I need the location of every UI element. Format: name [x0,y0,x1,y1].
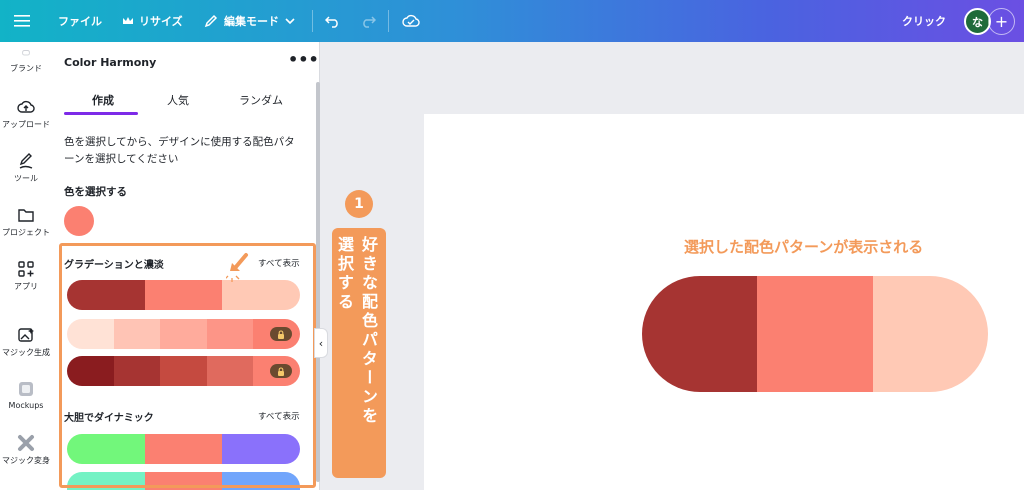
avatar[interactable]: な [964,8,991,35]
instruction-text: 好きな配色パターンを [359,236,378,426]
panel-title: Color Harmony [64,56,157,69]
instruction-box: 好きな配色パターンを 選択する [332,228,386,478]
menu-button[interactable] [14,0,30,42]
panel-description: 色を選択してから、デザインに使用する配色パターンを選択してください [64,136,295,165]
nav-item-label: Mockups [8,401,44,410]
tab-popular[interactable]: 人気 [167,92,189,108]
click-cursor-icon [226,253,248,282]
step-number-badge: 1 [345,190,373,218]
tab-create[interactable]: 作成 [92,92,114,108]
chevron-down-icon [285,18,295,25]
nav-item-upload[interactable]: アップロード [0,98,52,130]
tab-random[interactable]: ランダム [239,92,283,108]
menu-icon [14,15,30,27]
file-menu[interactable]: ファイル [58,0,102,42]
instruction-text: 選択する [335,236,354,312]
nav-item-label: マジック変身 [2,456,50,465]
applied-palette-shape[interactable] [642,276,988,392]
canvas-caption: 選択した配色パターンが表示される [684,238,924,256]
toolbar-divider [388,10,389,32]
nav-item-label: ツール [14,174,38,183]
nav-item-apps[interactable]: アプリ [0,260,52,292]
panel-scrollbar[interactable] [316,82,320,482]
more-options-button[interactable]: ••• [288,50,319,69]
nav-item-label: アップロード [2,120,50,129]
upload-cloud-icon [17,100,35,113]
resize-button[interactable]: リサイズ [122,0,183,42]
side-nav: ブランド アップロード ツール プロジェクト アプリ マジック生成 Mockup… [0,42,52,490]
pencil-icon [204,14,218,28]
top-bar: ファイル リサイズ 編集モード クリック な + [0,0,1024,42]
add-button[interactable]: + [988,8,1015,35]
crown-icon [123,17,133,24]
nav-item-label: アプリ [14,282,38,291]
collapse-panel-button[interactable]: ‹ [314,328,328,358]
magic-image-icon [18,328,34,342]
color-swatch [872,276,988,392]
nav-item-label: プロジェクト [2,228,50,237]
redo-button[interactable] [360,0,376,42]
toolbar-divider [312,10,313,32]
select-color-label: 色を選択する [64,186,127,198]
undo-icon [325,16,338,28]
nav-item-brand[interactable]: ブランド [0,50,52,74]
cloud-check-icon [402,14,420,27]
folder-icon [18,209,34,222]
redo-icon [363,16,376,28]
nav-item-magic-media[interactable]: マジック生成 [0,326,52,358]
active-tab-indicator [64,112,138,115]
highlight-box [59,243,316,488]
nav-item-label: マジック生成 [2,348,50,357]
edit-mode-button[interactable]: 編集モード [204,0,295,42]
brand-icon [22,50,30,56]
draw-tool-icon [19,153,33,169]
nav-item-tools[interactable]: ツール [0,152,52,184]
click-label[interactable]: クリック [902,0,946,42]
save-status-button[interactable] [402,0,420,42]
nav-item-mockups[interactable]: Mockups [0,380,52,410]
apps-icon [18,261,34,277]
magic-switch-icon [18,435,34,451]
nav-item-projects[interactable]: プロジェクト [0,206,52,238]
color-swatch [642,276,758,392]
undo-button[interactable] [325,0,341,42]
edit-mode-label: 編集モード [224,15,279,28]
color-swatch [757,276,873,392]
resize-label: リサイズ [139,15,183,28]
nav-item-magic-switch[interactable]: マジック変身 [0,434,52,466]
selected-color-swatch[interactable] [64,206,94,236]
mockups-icon [19,382,33,396]
nav-item-label: ブランド [10,64,42,73]
